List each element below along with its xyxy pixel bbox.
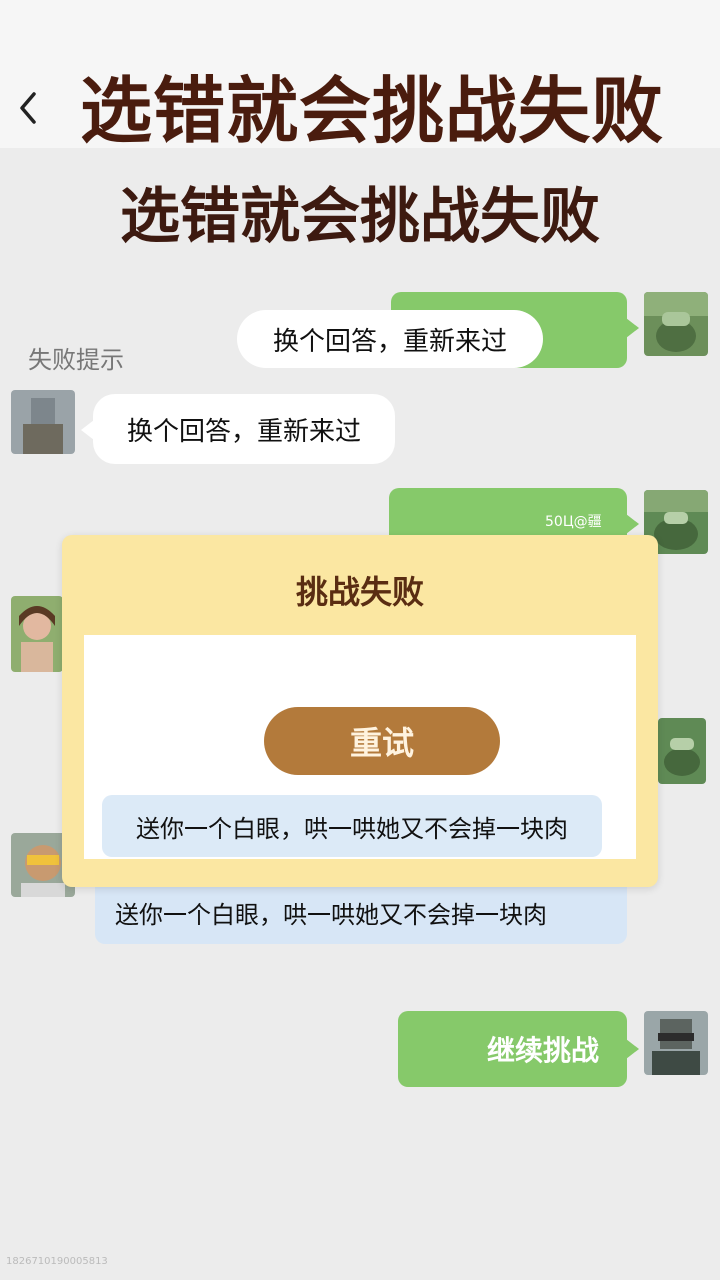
dialog-option[interactable]: 送你一个白眼，哄一哄她又不会掉一块肉 (102, 795, 602, 857)
avatar-contact (11, 390, 75, 454)
continue-challenge-button[interactable]: 继续挑战 (398, 1011, 639, 1087)
dialog-title: 挑战失败 (295, 573, 424, 611)
option-bubble[interactable]: 送你一个白眼，哄一哄她又不会掉一块肉 (95, 880, 627, 944)
sent-bubble-label: 50Ц@疆 (545, 514, 602, 530)
avatar-self (644, 292, 708, 356)
reply-bubble-left[interactable]: 换个回答，重新来过 (81, 394, 395, 464)
challenge-failed-dialog: 挑战失败 重试 送你一个白眼，哄一哄她又不会掉一块肉 (62, 535, 658, 887)
back-icon[interactable] (14, 88, 44, 128)
top-bar: 选错就会挑战失败 (0, 0, 720, 153)
avatar-self-4 (644, 1011, 708, 1075)
reply-bubble-right[interactable]: 换个回答，重新来过 (237, 310, 543, 368)
avatar-self-3 (658, 718, 706, 784)
watermark: 1826710190005813 (6, 1256, 108, 1267)
fail-hint-label: 失败提示 (28, 346, 124, 374)
page-title: 选错就会挑战失败 (80, 69, 665, 153)
retry-button[interactable]: 重试 (264, 707, 500, 775)
avatar-girl (11, 596, 63, 672)
dialog-body: 重试 送你一个白眼，哄一哄她又不会掉一块肉 (84, 635, 636, 859)
banner-title: 选错就会挑战失败 (120, 182, 600, 252)
